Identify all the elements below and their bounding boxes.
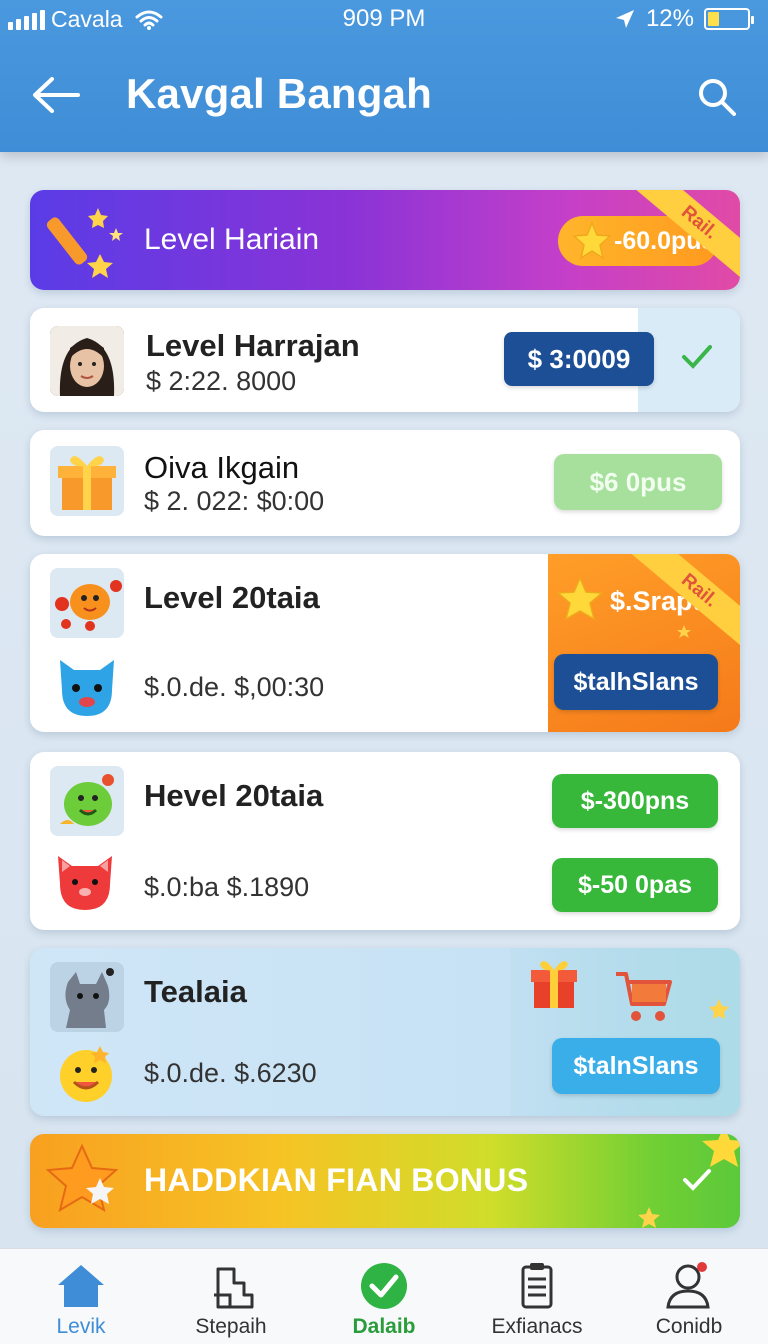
item-amount: $ 2. 022: $0:00 [144, 486, 325, 516]
nav-label: Dalaib [352, 1315, 416, 1338]
person-portrait-icon [50, 326, 124, 396]
item-name: Oiva Ikgain [144, 450, 300, 485]
nav-label: Stepaih [195, 1315, 267, 1338]
back-arrow-icon [33, 77, 80, 113]
gift-thumb [50, 446, 124, 516]
bonus-label: HADDKIAN FIAN BONUS [144, 1162, 529, 1198]
small-star-icon [709, 999, 729, 1019]
gift-box-icon [531, 961, 577, 1008]
corner-star-icon [702, 1134, 740, 1167]
shop-button[interactable]: $talnSlans [552, 1038, 720, 1094]
red-cat-icon [58, 856, 112, 910]
small-star-icon [677, 625, 691, 638]
home-icon [58, 1265, 104, 1307]
list-item[interactable]: Hevel 20taia $.0:ba $.1890 $-300pns $-50… [30, 752, 740, 930]
creature-thumb [50, 568, 124, 638]
claim-button[interactable]: $talhSlans [554, 654, 718, 710]
banner-title: Level Hariain [144, 223, 320, 256]
battery-fill [708, 12, 720, 26]
app-header: Cavala 909 PM 12% Kavgal Bangah [0, 0, 768, 152]
crab-character-icon [55, 580, 122, 631]
reward-button[interactable]: $-50 0pas [552, 858, 718, 912]
nav-item-home[interactable]: Levik [4, 1249, 158, 1344]
nav-label: Conidb [655, 1315, 723, 1338]
status-right: 12% [614, 5, 754, 33]
page-title: Kavgal Bangah [126, 70, 433, 117]
back-button[interactable] [28, 72, 84, 118]
item-name: Level 20taia [144, 580, 320, 615]
search-icon [699, 79, 736, 116]
gift-box-icon [58, 456, 116, 510]
star-icon [556, 576, 604, 621]
checkmark-icon [682, 345, 712, 369]
list-item[interactable]: Tealaia $.0.de. $.6230 $talnSlans [30, 948, 740, 1116]
green-blob-icon [60, 774, 114, 826]
creature-thumb [50, 962, 124, 1032]
gray-cat-icon [65, 968, 114, 1028]
bonus-banner[interactable]: HADDKIAN FIAN BONUS [30, 1134, 740, 1228]
search-button[interactable] [696, 76, 738, 118]
creature-thumb [50, 766, 124, 836]
nav-item-profile[interactable]: Conidb [612, 1249, 766, 1344]
reward-button[interactable]: $6 0pus [554, 454, 722, 510]
list-item[interactable]: Level 20taia $.0.de. $,00:30 $.Srapu Rai… [30, 554, 740, 732]
reward-button[interactable]: $-300pns [552, 774, 718, 828]
item-amount: $ 2:22. 8000 [146, 366, 297, 396]
check-circle-icon [361, 1263, 407, 1309]
shopping-cart-icon [616, 972, 672, 1021]
nav-label: Exfianacs [491, 1315, 583, 1338]
nav-item-steps[interactable]: Stepaih [154, 1249, 308, 1344]
avatar [50, 326, 124, 396]
item-amount: $.0:ba $.1890 [144, 872, 310, 902]
item-amount: $.0.de. $,00:30 [144, 672, 325, 702]
location-arrow-icon [615, 10, 634, 28]
blue-cat-icon [60, 660, 114, 716]
item-name: Hevel 20taia [144, 778, 324, 813]
steps-icon [214, 1267, 254, 1309]
checkmark-icon [683, 1169, 711, 1191]
item-amount: $.0.de. $.6230 [144, 1058, 317, 1088]
claim-button[interactable]: $ 3:0009 [504, 332, 654, 386]
nav-item-daily[interactable]: Dalaib [307, 1249, 461, 1344]
level-banner[interactable]: Level Hariain -60.0pus Rail. [30, 190, 740, 290]
yellow-smiley-icon [60, 1046, 112, 1102]
battery-icon [704, 8, 754, 30]
small-star-icon [638, 1207, 660, 1228]
star-icon [572, 221, 612, 260]
nav-label: Levik [56, 1315, 106, 1338]
item-name: Level Harrajan [146, 328, 360, 363]
list-item[interactable]: Oiva Ikgain $ 2. 022: $0:00 $6 0pus [30, 430, 740, 536]
battery-percent: 12% [645, 5, 694, 32]
list-item[interactable]: Level Harrajan $ 2:22. 8000 $ 3:0009 [30, 308, 740, 412]
clipboard-icon [521, 1263, 553, 1309]
nav-row: Kavgal Bangah [0, 60, 768, 132]
bottom-nav: Levik Stepaih Dalaib Exfianacs Conidb [0, 1248, 768, 1344]
profile-icon [666, 1262, 710, 1309]
stars-icon [45, 1144, 119, 1213]
status-bar: Cavala 909 PM 12% [0, 0, 768, 40]
item-name: Tealaia [144, 974, 247, 1009]
nav-item-finances[interactable]: Exfianacs [460, 1249, 614, 1344]
wand-stars-icon [46, 208, 123, 278]
